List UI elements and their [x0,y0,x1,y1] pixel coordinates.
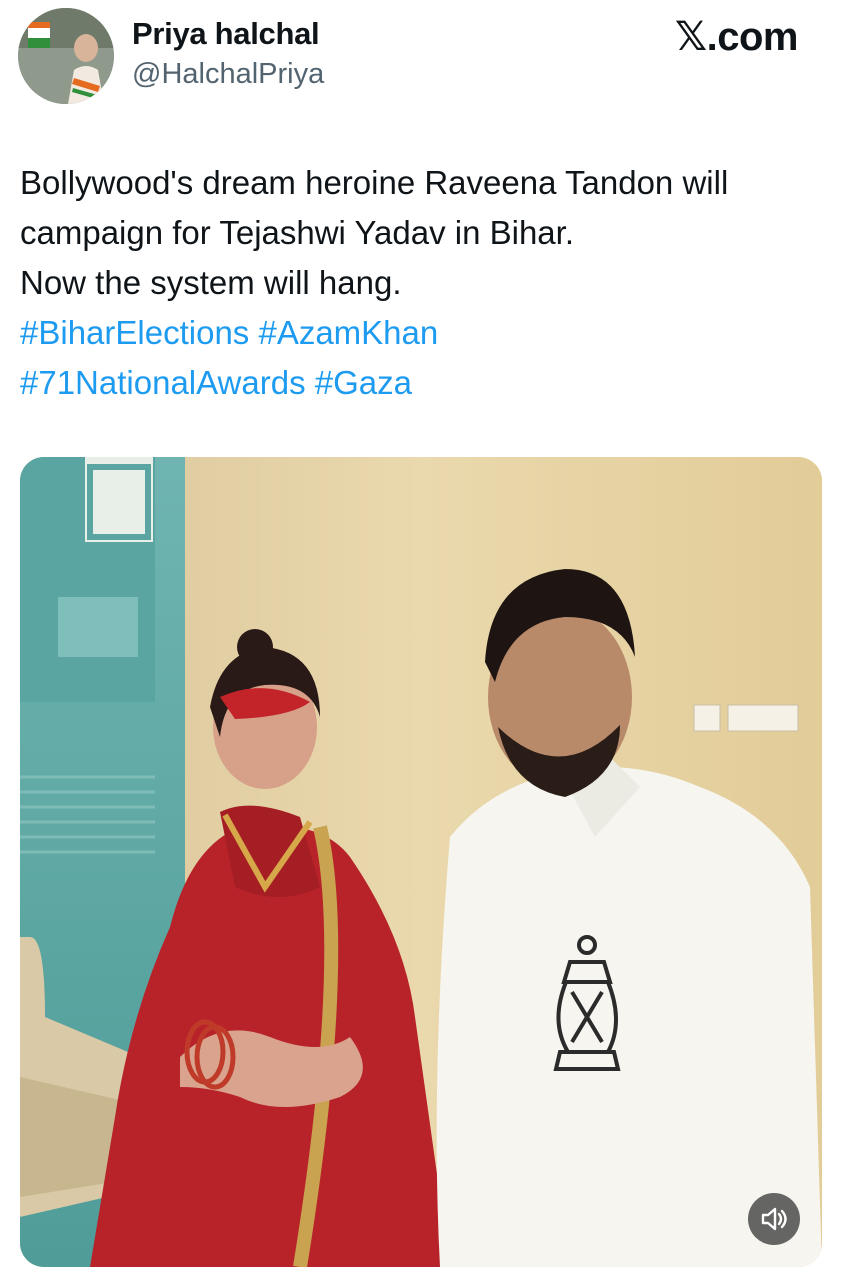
x-com-logo: 𝕏.com [674,14,799,60]
hashtag-link[interactable]: #71NationalAwards [20,364,306,401]
speaker-muted-icon [761,1207,787,1231]
tweet-text-line: campaign for Tejashwi Yadav in Bihar. [20,214,574,251]
author-handle[interactable]: @HalchalPriya [132,58,324,91]
author-avatar[interactable] [18,8,114,104]
tweet-text-line: Bollywood's dream heroine Raveena Tandon… [20,164,729,201]
x-com-suffix: .com [706,15,799,59]
hashtag-line: #71NationalAwards #Gaza [20,358,820,408]
tweet-video[interactable] [20,457,822,1267]
author-display-name[interactable]: Priya halchal [132,16,320,52]
x-logo-icon: 𝕏 [674,14,707,60]
hashtag-link[interactable]: #BiharElections [20,314,249,351]
tweet-text: Bollywood's dream heroine Raveena Tandon… [20,158,820,408]
hashtag-link[interactable]: #AzamKhan [258,314,438,351]
hashtag-line: #BiharElections #AzamKhan [20,308,820,358]
mute-toggle-button[interactable] [748,1193,800,1245]
hashtag-link[interactable]: #Gaza [315,364,412,401]
tweet-text-line: Now the system will hang. [20,264,402,301]
tweet-header: Priya halchal @HalchalPriya 𝕏.com [0,0,842,120]
video-frame-image [20,457,822,1267]
